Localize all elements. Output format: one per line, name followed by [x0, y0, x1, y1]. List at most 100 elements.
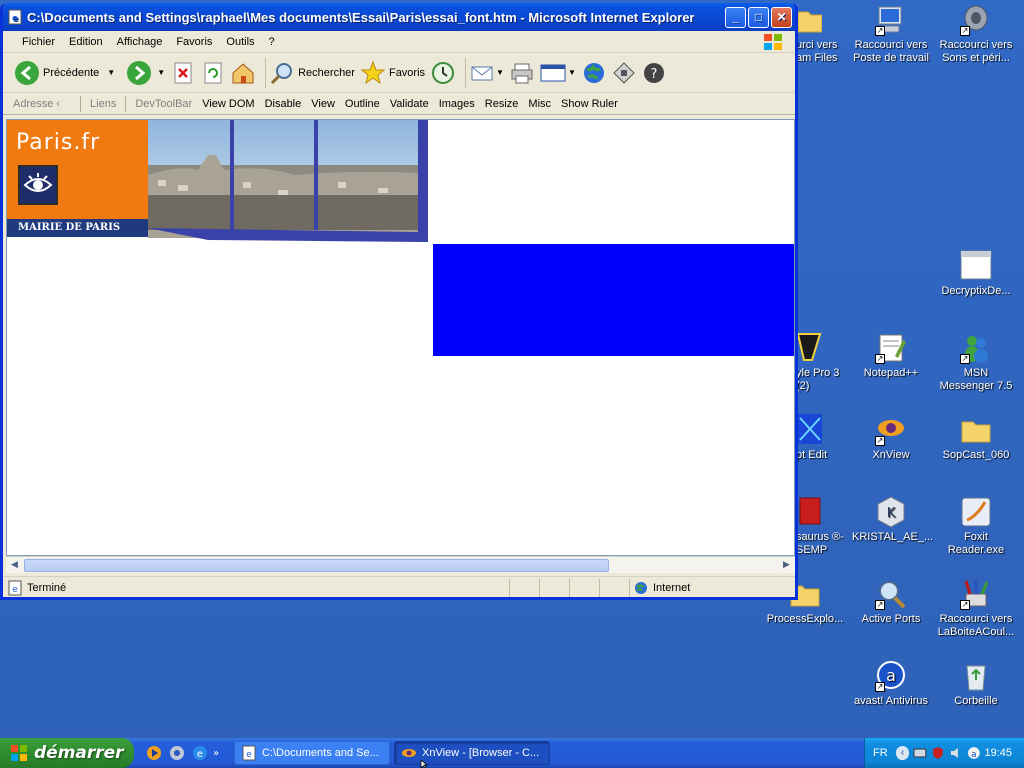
scroll-right-icon[interactable]: ▶ — [779, 558, 794, 573]
desktop-icon-avast[interactable]: a ↗ avast! Antivirus — [852, 660, 930, 708]
desktop-icon-sons[interactable]: ↗ Raccourci vers Sons et péri... — [937, 4, 1015, 65]
internet-explorer-icon[interactable]: e — [192, 745, 208, 761]
avast-tray-icon[interactable]: a — [967, 746, 981, 760]
network-icon[interactable] — [913, 746, 927, 760]
chrome-like-icon[interactable] — [169, 745, 185, 761]
security-zone[interactable]: Internet — [629, 578, 795, 597]
menu-affichage[interactable]: Affichage — [110, 36, 170, 48]
globe-icon[interactable] — [582, 61, 606, 85]
toolbar-separator — [265, 57, 267, 88]
devtool-disable[interactable]: Disable — [260, 98, 307, 110]
mail-dropdown-icon[interactable]: ▼ — [496, 68, 504, 77]
quick-launch-more-icon[interactable]: » — [213, 748, 219, 759]
scroll-left-icon[interactable]: ◀ — [7, 558, 22, 573]
address-bar-label[interactable]: Adresse — [13, 98, 53, 110]
desktop-icon-script-edit[interactable]: pt Edit — [796, 414, 848, 462]
desktop-icon-xnview[interactable]: ↗ XnView — [852, 414, 930, 462]
desktop-icon-poste-de-travail[interactable]: ↗ Raccourci vers Poste de travail — [852, 4, 930, 65]
edit-dropdown-icon[interactable]: ▼ — [568, 68, 576, 77]
bar-separator — [125, 95, 127, 112]
menu-outils[interactable]: Outils — [219, 36, 261, 48]
desktop-icon-style-pro[interactable]: yle Pro 3 (2) — [796, 332, 848, 393]
svg-text:e: e — [12, 585, 18, 595]
tray-expand-icon[interactable]: ‹ — [895, 746, 910, 760]
search-label: Rechercher — [298, 66, 355, 79]
menu-edition[interactable]: Edition — [62, 36, 110, 48]
devtool-show-ruler[interactable]: Show Ruler — [556, 98, 623, 110]
desktop-icon-active-ports[interactable]: ↗ Active Ports — [852, 578, 930, 626]
refresh-icon[interactable] — [201, 61, 225, 85]
windows-logo-icon — [11, 745, 27, 761]
window-title: C:\Documents and Settings\raphael\Mes do… — [27, 9, 695, 25]
devtoolbar-label: DevToolBar — [135, 97, 193, 110]
xnview-icon: ↗ — [875, 414, 907, 446]
desktop-icon-notepadpp[interactable]: ↗ Notepad++ — [852, 332, 930, 380]
desktop-icon-program-files[interactable]: urci vers am Files — [796, 4, 848, 65]
home-icon[interactable] — [231, 61, 255, 85]
devtool-images[interactable]: Images — [434, 98, 480, 110]
history-icon[interactable] — [431, 61, 455, 85]
back-dropdown-icon[interactable]: ▼ — [107, 68, 115, 77]
devtool-outline[interactable]: Outline — [340, 98, 385, 110]
devtool-validate[interactable]: Validate — [385, 98, 434, 110]
desktop-icon-laboiteacouleurs[interactable]: ↗ Raccourci vers LaBoiteACoul... — [937, 578, 1015, 639]
horizontal-scrollbar[interactable]: ◀ ▶ — [6, 556, 795, 573]
folder-icon — [960, 414, 992, 446]
svg-text:K: K — [887, 506, 896, 521]
volume-icon[interactable] — [949, 746, 963, 760]
blue-block — [433, 244, 794, 356]
address-chevron-icon[interactable]: ‹ — [56, 98, 60, 110]
menu-favoris[interactable]: Favoris — [169, 36, 219, 48]
zone-label: Internet — [653, 581, 691, 594]
print-icon[interactable] — [510, 61, 534, 85]
messenger-diamond-icon[interactable] — [612, 61, 636, 85]
star-icon — [360, 60, 385, 84]
menu-help[interactable]: ? — [262, 36, 282, 48]
task-ie-window[interactable]: e C:\Documents and Se... — [234, 741, 390, 765]
desktop-icon-thesaurus[interactable]: saurus ®-SEMP — [796, 496, 848, 557]
links-label[interactable]: Liens — [85, 98, 121, 110]
desktop-icon-msn[interactable]: ↗ MSN Messenger 7.5 — [937, 332, 1015, 393]
back-button[interactable]: Précédente ▼ — [15, 60, 115, 85]
menu-fichier[interactable]: Fichier — [15, 36, 62, 48]
shield-icon[interactable] — [931, 746, 945, 760]
desktop-icon-decryptix[interactable]: DecryptixDe... — [937, 250, 1015, 298]
forward-button[interactable]: ▼ — [121, 60, 165, 85]
window-icon — [960, 250, 992, 282]
forward-dropdown-icon[interactable]: ▼ — [157, 68, 165, 77]
paris-logo-text: Paris.fr — [16, 130, 101, 155]
search-button[interactable]: Rechercher — [270, 61, 355, 85]
media-player-icon[interactable] — [146, 745, 162, 761]
internet-globe-icon — [635, 581, 647, 594]
language-indicator[interactable]: FR — [873, 747, 888, 759]
window-titlebar[interactable]: e C:\Documents and Settings\raphael\Mes … — [3, 3, 795, 31]
devtool-misc[interactable]: Misc — [523, 98, 556, 110]
maximize-button[interactable]: □ — [748, 6, 769, 28]
ie-page-icon: e — [242, 745, 256, 761]
toolbar-separator — [465, 57, 467, 88]
desktop-icon-kristal[interactable]: K KRISTAL_AE_... — [852, 496, 933, 544]
standard-toolbar: Précédente ▼ ▼ Rechercher Favoris ▼ ▼ ? — [3, 53, 795, 93]
task-xnview-label: XnView - [Browser - C... — [422, 747, 540, 759]
desktop-icon-corbeille[interactable]: Corbeille — [937, 660, 1015, 708]
desktop-icon-sopcast[interactable]: SopCast_060 — [937, 414, 1015, 462]
desktop-icon-foxit[interactable]: Foxit Reader.exe — [937, 496, 1015, 557]
devtool-view[interactable]: View — [306, 98, 340, 110]
favorites-button[interactable]: Favoris — [360, 60, 425, 85]
scroll-thumb[interactable] — [24, 559, 609, 572]
devtool-view-dom[interactable]: View DOM — [197, 98, 259, 110]
clock[interactable]: 19:45 — [985, 747, 1013, 759]
task-xnview[interactable]: XnView - [Browser - C... — [394, 741, 550, 765]
edit-button[interactable]: ▼ — [540, 61, 576, 85]
page-content[interactable]: Paris.fr MAIRIE DE PARIS — [6, 119, 795, 556]
paris-logo[interactable]: Paris.fr MAIRIE DE PARIS — [7, 120, 148, 237]
ie-page-icon: e — [8, 9, 22, 25]
start-button[interactable]: démarrer — [0, 738, 134, 768]
stop-icon[interactable] — [171, 61, 195, 85]
help-icon[interactable]: ? — [642, 61, 666, 85]
devtool-resize[interactable]: Resize — [480, 98, 524, 110]
minimize-button[interactable]: _ — [725, 6, 746, 28]
mail-button[interactable]: ▼ — [470, 61, 504, 85]
close-button[interactable]: ✕ — [771, 6, 792, 28]
svg-text:?: ? — [650, 67, 657, 82]
